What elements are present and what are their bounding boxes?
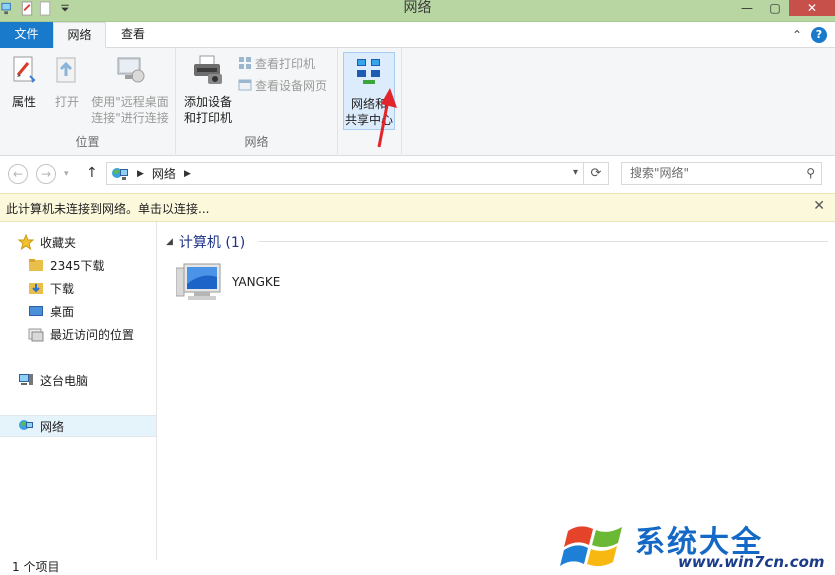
open-label: 打开 [54, 95, 79, 109]
computer-item[interactable]: YANGKE [176, 262, 280, 302]
windows-logo-icon [560, 526, 622, 567]
search-box[interactable]: 搜索"网络" ⚲ [621, 162, 822, 185]
computer-group-header[interactable]: ◢ 计算机 (1) [166, 232, 245, 252]
view-device-webpage-label: 查看设备网页 [255, 78, 328, 93]
view-printers-button[interactable]: 查看打印机 [238, 54, 315, 72]
red-arrow-annotation [377, 88, 397, 148]
properties-label: 属性 [11, 95, 36, 109]
breadcrumb-network[interactable]: 网络 [152, 165, 176, 182]
maximize-button[interactable]: ▢ [761, 0, 789, 16]
properties-button[interactable]: 属性 [6, 54, 42, 110]
nav-item-label: 最近访问的位置 [50, 327, 135, 342]
webpage-icon [238, 79, 252, 91]
view-printers-icon [239, 57, 251, 69]
network-globe-icon [112, 167, 128, 180]
recent-places-icon [28, 328, 44, 342]
group-header-label: 计算机 (1) [178, 235, 246, 251]
collapse-triangle-icon[interactable]: ◢ [166, 237, 173, 247]
back-button[interactable]: ← [8, 164, 28, 184]
network-globe-icon [19, 420, 33, 430]
desktop-icon [29, 306, 43, 316]
window-controls: — ▢ ✕ [733, 0, 835, 16]
address-dropdown-icon[interactable]: ▾ [573, 167, 578, 178]
nav-favorites-label: 收藏夹 [40, 235, 77, 250]
up-button[interactable]: ↑ [86, 165, 98, 181]
refresh-button[interactable]: ⟳ [583, 163, 608, 184]
remote-desktop-icon [117, 57, 145, 83]
nav-item-recent-places[interactable]: 最近访问的位置 [28, 323, 134, 345]
nav-this-pc-label: 这台电脑 [40, 373, 89, 388]
group-location-label: 位置 [75, 135, 100, 149]
ribbon-right-controls: ⌃ ? [789, 27, 827, 43]
remote-desktop-label-1: 使用"远程桌面 [91, 95, 169, 109]
breadcrumb-chevron-icon[interactable]: ▶ [137, 169, 144, 179]
navigation-pane: 收藏夹 2345下载 下载 桌面 最近访问的位置 这台电脑 网络 [0, 222, 157, 560]
search-icon[interactable]: ⚲ [806, 163, 815, 184]
add-devices-label-2: 和打印机 [183, 111, 232, 125]
nav-item-desktop[interactable]: 桌面 [28, 300, 74, 322]
minimize-button[interactable]: — [733, 0, 761, 16]
group-network-label: 网络 [244, 135, 269, 149]
navigation-bar: ← → ▾ ↑ ▶ 网络 ▶ ▾ ⟳ 搜索"网络" ⚲ [0, 156, 835, 192]
downloads-folder-icon [29, 283, 43, 294]
info-bar[interactable]: 此计算机未连接到网络。单击以连接... ✕ [0, 193, 835, 222]
watermark-logo: 系统大全 www.win7cn.com [560, 515, 825, 573]
ribbon-tabs: 文件 网络 查看 ⌃ ? [0, 22, 835, 48]
remote-desktop-label-2: 连接"进行连接 [91, 111, 169, 125]
group-divider [258, 241, 828, 242]
nav-item-label: 下载 [50, 281, 75, 296]
forward-button[interactable]: → [36, 164, 56, 184]
folder-icon [29, 259, 43, 271]
tab-file[interactable]: 文件 [0, 22, 53, 48]
close-icon[interactable]: ✕ [813, 198, 825, 214]
tab-network[interactable]: 网络 [53, 22, 106, 48]
nav-item-label: 桌面 [50, 304, 75, 319]
remote-desktop-button[interactable]: 使用"远程桌面 连接"进行连接 [88, 54, 172, 126]
info-bar-message[interactable]: 此计算机未连接到网络。单击以连接... [6, 200, 209, 217]
add-devices-label-1: 添加设备 [183, 95, 232, 109]
group-location: 属性 打开 使用"远程桌面 连接"进行连接 位置 [0, 48, 176, 154]
nav-item-2345-download[interactable]: 2345下载 [28, 254, 105, 276]
open-icon [56, 57, 76, 83]
view-device-webpage-button[interactable]: 查看设备网页 [238, 76, 327, 94]
group-network: 添加设备 和打印机 查看打印机 查看设备网页 网络 [176, 48, 338, 154]
ribbon: 属性 打开 使用"远程桌面 连接"进行连接 位置 添加设备 和打印机 查看打印机… [0, 48, 835, 156]
open-button[interactable]: 打开 [50, 54, 84, 110]
window-title: 网络 [403, 0, 432, 16]
search-placeholder: 搜索"网络" [630, 166, 690, 180]
view-printers-label: 查看打印机 [255, 56, 316, 71]
star-icon [18, 234, 34, 250]
nav-this-pc[interactable]: 这台电脑 [18, 369, 88, 391]
nav-item-label: 2345下载 [50, 258, 105, 273]
tab-view[interactable]: 查看 [108, 22, 158, 48]
computer-name: YANGKE [232, 275, 281, 289]
breadcrumb-chevron-icon[interactable]: ▶ [184, 169, 191, 179]
close-button[interactable]: ✕ [789, 0, 835, 16]
network-sharing-icon [357, 59, 380, 84]
nav-network[interactable]: 网络 [18, 415, 64, 437]
chevron-up-icon[interactable]: ⌃ [789, 27, 805, 43]
nav-favorites[interactable]: 收藏夹 [18, 231, 76, 253]
properties-icon [13, 56, 36, 83]
help-icon[interactable]: ? [811, 27, 827, 43]
title-bar: 网络 — ▢ ✕ [0, 0, 835, 22]
printer-icon [194, 55, 222, 84]
add-devices-button[interactable]: 添加设备 和打印机 [181, 54, 235, 126]
computer-icon [19, 374, 33, 385]
item-count: 1 个项目 [12, 560, 60, 574]
computer-icon [176, 263, 221, 300]
nav-item-downloads[interactable]: 下载 [28, 277, 74, 299]
address-bar[interactable]: ▶ 网络 ▶ ▾ ⟳ [106, 162, 609, 185]
nav-network-label: 网络 [40, 419, 65, 434]
recent-locations-dropdown[interactable]: ▾ [64, 169, 69, 179]
watermark-url: www.win7cn.com [678, 553, 825, 571]
